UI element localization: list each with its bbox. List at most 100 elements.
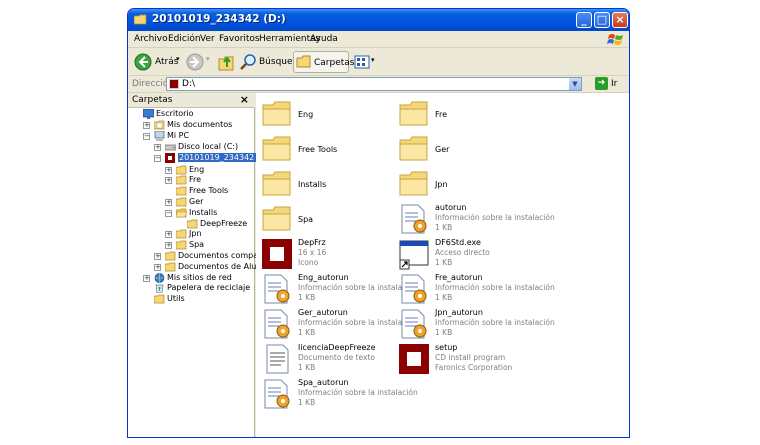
file-size: 1 KB	[298, 293, 316, 302]
folder-icon	[261, 203, 293, 235]
file-size: 1 KB	[298, 328, 316, 337]
folder-icon	[175, 240, 187, 250]
tree-item-label: Installs	[189, 208, 218, 217]
expander-icon[interactable]: +	[143, 275, 150, 282]
file-type: Información sobre la instalación	[435, 213, 555, 222]
file-name: Jpn_autorun	[435, 308, 483, 317]
file-item-setup[interactable]: setup CD install program Faronics Corporat…	[398, 343, 568, 377]
file-name: Spa_autorun	[298, 378, 349, 387]
file-name: licenciaDeepFreeze	[298, 343, 376, 352]
expander-icon[interactable]: +	[165, 167, 172, 174]
forward-arrow-icon	[186, 53, 204, 71]
file-size: 1 KB	[435, 258, 453, 267]
file-name: DepFrz	[298, 238, 326, 247]
drive-d-icon	[169, 79, 179, 89]
address-value: D:\	[182, 79, 195, 89]
tree-item-label: Mis sitios de red	[167, 273, 232, 282]
close-button[interactable]: ×	[612, 12, 628, 28]
expander-icon[interactable]: +	[154, 253, 161, 260]
setup-info-icon	[261, 273, 293, 305]
folders-button[interactable]: Carpetas	[293, 51, 354, 73]
file-item-spa-autorun[interactable]: Spa_autorun Información sobre la instalac…	[261, 378, 431, 412]
file-size: Faronics Corporation	[435, 363, 513, 372]
address-bar: Dirección D:\ ▼ ➜ Ir	[128, 76, 629, 93]
expander-icon[interactable]: +	[154, 144, 161, 151]
menu-ver[interactable]: Ver	[200, 34, 215, 44]
setup-info-icon	[261, 308, 293, 340]
file-type: Información sobre la instalación	[298, 388, 418, 397]
folder-icon	[175, 175, 187, 185]
expander-icon[interactable]: −	[165, 210, 172, 217]
menu-edicion[interactable]: Edición	[168, 34, 201, 44]
application-icon	[398, 343, 430, 375]
title-bar[interactable]: 20101019_234342 (D:) _ □ ×	[128, 9, 629, 31]
back-label: Atrás	[155, 57, 179, 67]
file-name: Eng_autorun	[298, 273, 349, 282]
file-type: CD install program	[435, 353, 506, 362]
file-item-df6std-exe[interactable]: DF6Std.exe Acceso directo 1 KB	[398, 238, 568, 272]
search-button[interactable]: Búsqueda	[240, 51, 304, 73]
tree-item-label: Disco local (C:)	[178, 142, 239, 151]
close-pane-icon[interactable]: ×	[240, 93, 249, 106]
expander-icon[interactable]: +	[165, 199, 172, 206]
address-dropdown-icon[interactable]: ▼	[569, 78, 581, 90]
desktop-icon	[142, 108, 155, 119]
folder-icon	[175, 197, 187, 207]
hard-drive-icon	[164, 142, 177, 152]
my-documents-icon	[153, 120, 165, 130]
file-name: Ger	[435, 145, 450, 154]
expander-icon[interactable]: +	[165, 231, 172, 238]
address-input[interactable]: D:\ ▼	[166, 77, 582, 91]
toolbar: Atrás ▾ ▾ Búsqueda Carpetas ▾	[128, 48, 629, 76]
file-list: Eng Fre Free Tools Ger Installs Jpn Spa autorun…	[256, 93, 629, 437]
back-arrow-icon	[134, 53, 152, 71]
tree-item-label: Escritorio	[156, 109, 194, 118]
folder-icon	[175, 165, 187, 175]
network-icon	[154, 273, 165, 283]
tree-item-label: Mis documentos	[167, 120, 233, 129]
file-item-ger[interactable]: Ger	[398, 133, 568, 167]
file-item-fre[interactable]: Fre	[398, 98, 568, 132]
go-arrow-icon[interactable]: ➜	[595, 77, 608, 90]
file-size: 1 KB	[298, 363, 316, 372]
setup-info-icon	[398, 203, 430, 235]
folder-icon	[175, 229, 187, 239]
go-button[interactable]: Ir	[611, 79, 617, 89]
file-item-jpn-autorun[interactable]: Jpn_autorun Información sobre la instalac…	[398, 308, 568, 342]
file-name: Fre_autorun	[435, 273, 483, 282]
expander-icon[interactable]: +	[154, 264, 161, 271]
back-button[interactable]: Atrás	[134, 51, 182, 73]
tree-item-label: Mi PC	[167, 131, 190, 140]
forward-button[interactable]: ▾	[186, 51, 212, 73]
back-dropdown-icon[interactable]: ▾	[176, 55, 180, 77]
views-button[interactable]: ▾	[354, 51, 378, 73]
tree-item-label: Eng	[189, 165, 205, 174]
folder-open-icon	[175, 208, 188, 218]
file-size: 1 KB	[298, 398, 316, 407]
file-name: Jpn	[435, 180, 448, 189]
file-name: Spa	[298, 215, 314, 224]
expander-icon[interactable]: +	[165, 177, 172, 184]
expander-icon[interactable]: +	[165, 242, 172, 249]
menu-favoritos[interactable]: Favoritos	[219, 34, 260, 44]
folder-icon	[398, 133, 430, 165]
maximize-button[interactable]: □	[594, 12, 610, 28]
expander-icon[interactable]: −	[143, 133, 150, 140]
file-name: Eng	[298, 110, 314, 119]
folders-pane-header: Carpetas ×	[128, 93, 255, 108]
menu-archivo[interactable]: Archivo	[134, 34, 168, 44]
expander-icon[interactable]: −	[154, 155, 161, 162]
file-type: Información sobre la instalación	[435, 283, 555, 292]
folder-icon	[153, 294, 165, 304]
tree-item-label: DeepFreeze	[200, 219, 248, 228]
expander-icon[interactable]: +	[143, 122, 150, 129]
tree-item-label: Free Tools	[189, 186, 229, 195]
setup-info-icon	[261, 378, 293, 410]
file-item-jpn[interactable]: Jpn	[398, 168, 568, 202]
menu-ayuda[interactable]: Ayuda	[310, 34, 338, 44]
file-type: Documento de texto	[298, 353, 375, 362]
file-item-autorun[interactable]: autorun Información sobre la instalación 1…	[398, 203, 568, 237]
up-folder-button[interactable]	[218, 51, 236, 73]
file-item-fre-autorun[interactable]: Fre_autorun Información sobre la instalac…	[398, 273, 568, 307]
minimize-button[interactable]: _	[576, 12, 592, 28]
